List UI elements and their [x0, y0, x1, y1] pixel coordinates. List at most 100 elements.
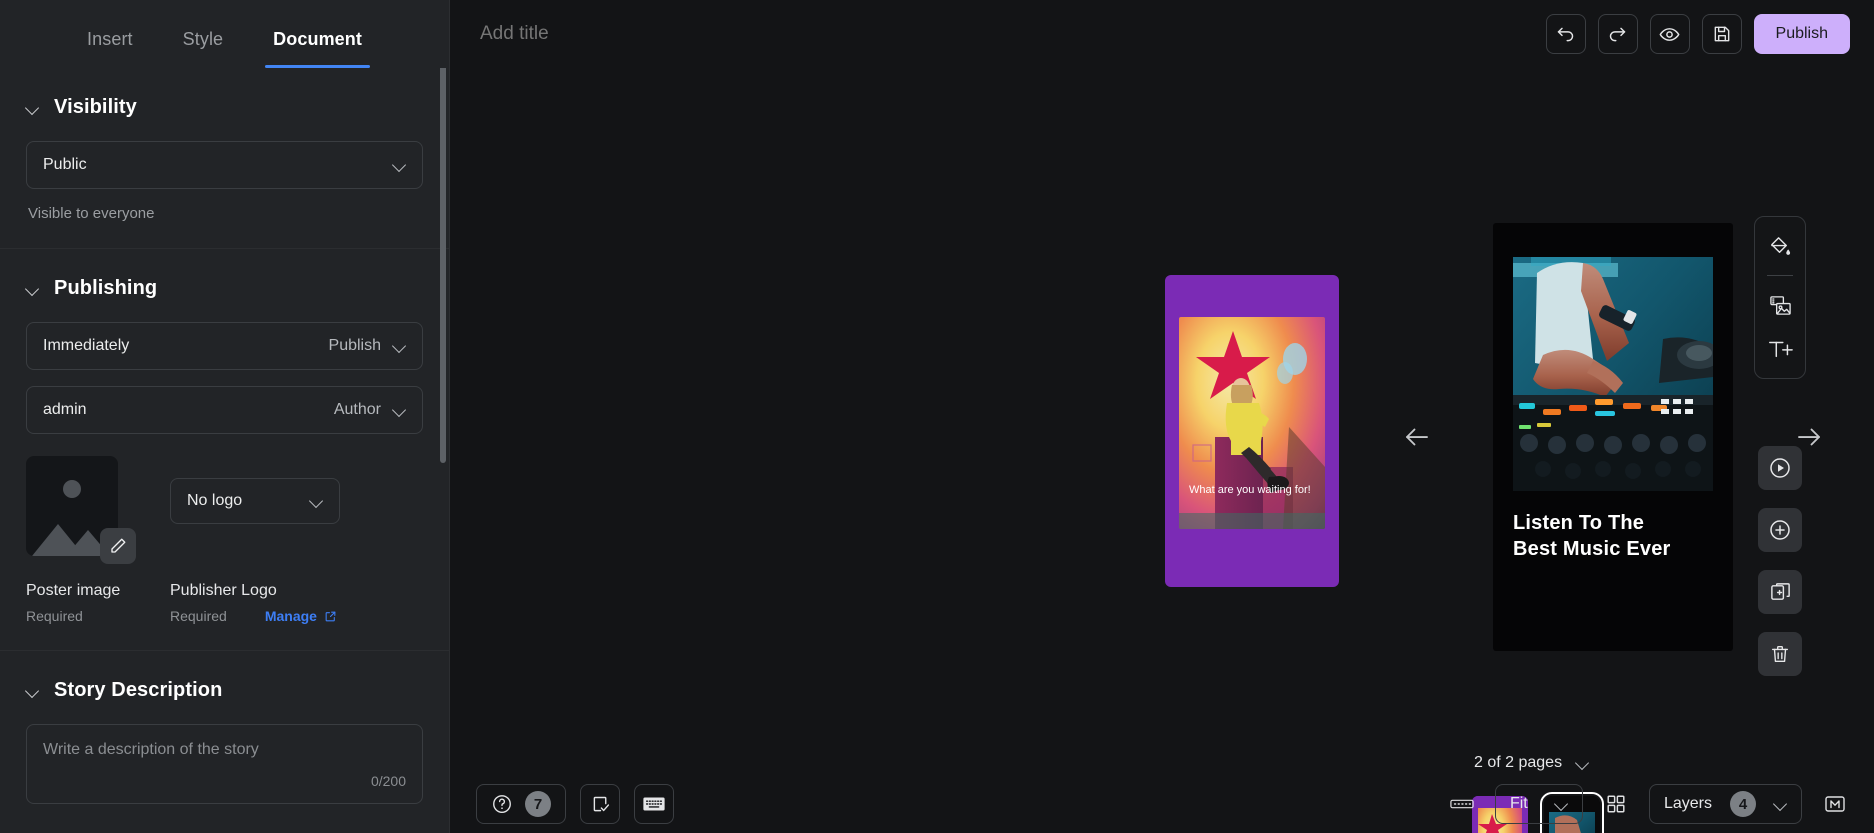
visibility-helper-text: Visible to everyone: [28, 205, 155, 222]
page-indicator-label: 2 of 2 pages: [1474, 754, 1563, 771]
layers-count-badge: 4: [1730, 791, 1756, 817]
preview-button[interactable]: [1649, 14, 1690, 54]
zoom-slider-button[interactable]: [1445, 787, 1479, 821]
author-label: Author: [333, 401, 381, 418]
save-icon: [1714, 26, 1729, 42]
photo-woman-mural: What are you waiting for!: [1179, 317, 1325, 529]
chevron-down-icon: [1774, 798, 1787, 811]
redo-icon: [1609, 27, 1626, 41]
external-link-icon: [325, 611, 336, 621]
grid-view-button[interactable]: [1599, 787, 1633, 821]
publish-button[interactable]: Publish: [1753, 14, 1850, 54]
poster-image-label: Poster image: [26, 582, 121, 599]
add-icon: [1770, 520, 1790, 540]
canvas-page-toolbar: [1758, 446, 1802, 676]
publishing-section-header[interactable]: Publishing: [26, 249, 423, 322]
publishing-section: Publishing Immediately Publish admin Aut…: [0, 249, 449, 651]
visibility-title: Visibility: [54, 96, 137, 118]
editor-topbar: Publish: [450, 0, 1874, 68]
save-button[interactable]: [1701, 14, 1742, 54]
checklist-button[interactable]: [580, 784, 620, 824]
checklist-icon: [593, 796, 609, 811]
sidebar-scrollbar[interactable]: [440, 58, 446, 463]
slide-preview-previous-image: What are you waiting for!: [1179, 317, 1325, 529]
story-description-title: Story Description: [54, 679, 223, 701]
slide-canvas-current[interactable]: Listen To The Best Music Ever: [1493, 223, 1733, 651]
publisher-logo-select[interactable]: No logo: [170, 478, 340, 524]
undo-button[interactable]: [1545, 14, 1586, 54]
keyboard-shortcuts-button[interactable]: [634, 784, 674, 824]
story-title-input[interactable]: [478, 17, 1546, 51]
visibility-section: Visibility Public Visible to everyone: [0, 68, 449, 249]
poster-image-uploader[interactable]: [26, 456, 136, 564]
fill-color-button[interactable]: [1760, 227, 1800, 265]
previous-page-arrow[interactable]: [1395, 415, 1439, 459]
play-icon: [1770, 458, 1790, 478]
insert-media-button[interactable]: [1760, 286, 1800, 324]
delete-page-button[interactable]: [1758, 632, 1802, 676]
slide-preview-previous[interactable]: What are you waiting for!: [1165, 275, 1339, 587]
layers-select[interactable]: Layers 4: [1648, 784, 1802, 824]
pencil-icon: [111, 538, 126, 553]
slide-current-caption[interactable]: Listen To The Best Music Ever: [1513, 511, 1713, 562]
publisher-logo-label-text: Publisher Logo: [170, 582, 277, 599]
slide-current-image[interactable]: [1513, 257, 1713, 491]
visibility-select[interactable]: Public: [26, 141, 423, 189]
help-button[interactable]: 7: [476, 784, 566, 824]
slide-preview-previous-caption: What are you waiting for!: [1189, 484, 1311, 496]
media-panel-button[interactable]: [1818, 787, 1852, 821]
author-select[interactable]: admin Author: [26, 386, 423, 434]
editor-bottombar: 7 Fit Layers 4: [450, 775, 1874, 833]
chevron-down-icon: [393, 340, 406, 353]
redo-button[interactable]: [1597, 14, 1638, 54]
chevron-down-icon: [393, 159, 406, 172]
chevron-down-icon[interactable]: [26, 684, 40, 698]
play-story-button[interactable]: [1758, 446, 1802, 490]
grid-icon: [1607, 795, 1625, 813]
zoom-level-select[interactable]: Fit: [1494, 784, 1583, 824]
story-description-placeholder: Write a description of the story: [43, 741, 259, 758]
publishing-title: Publishing: [54, 277, 158, 299]
bottombar-left-tools: 7: [476, 784, 674, 824]
author-value: admin: [43, 401, 87, 418]
visibility-value: Public: [43, 156, 87, 173]
tab-document[interactable]: Document: [265, 29, 370, 68]
sidebar-tabs: Insert Style Document: [0, 0, 449, 68]
add-page-button[interactable]: [1758, 508, 1802, 552]
media-m-icon: [1825, 796, 1845, 812]
story-description-input[interactable]: Write a description of the story 0/200: [26, 724, 423, 804]
bottombar-right-tools: Fit Layers 4: [1445, 784, 1852, 824]
add-text-button[interactable]: [1760, 330, 1800, 368]
chevron-down-icon: [310, 495, 323, 508]
sidebar-scroll-area: Visibility Public Visible to everyone Pu…: [0, 68, 449, 833]
publisher-logo-required: Required: [170, 608, 227, 624]
toolbar-divider: [1767, 275, 1793, 276]
duplicate-icon: [1770, 582, 1790, 600]
poster-image-required: Required: [26, 608, 83, 624]
publish-schedule-select[interactable]: Immediately Publish: [26, 322, 423, 370]
story-description-header[interactable]: Story Description: [26, 651, 423, 724]
story-description-section: Story Description Write a description of…: [0, 651, 449, 804]
publishing-labels-row: Poster image Required Publisher Logo Req…: [26, 556, 423, 650]
manage-link-label: Manage: [264, 608, 317, 624]
keyboard-icon: [643, 797, 665, 811]
fill-color-icon: [1770, 236, 1790, 255]
zoom-slider-icon: [1450, 799, 1474, 809]
chevron-down-icon[interactable]: [26, 282, 40, 296]
tab-style[interactable]: Style: [179, 29, 228, 68]
edit-poster-button[interactable]: [100, 528, 136, 564]
publish-schedule-value: Immediately: [43, 337, 130, 354]
slide-caption-line-2: Best Music Ever: [1513, 537, 1671, 560]
image-placeholder-icon: [63, 480, 81, 498]
tab-insert[interactable]: Insert: [83, 29, 137, 68]
story-description-counter: 0/200: [370, 773, 406, 789]
publisher-logo-value: No logo: [187, 492, 243, 509]
manage-logo-link[interactable]: Manage: [265, 608, 337, 624]
chevron-down-icon: [1576, 757, 1589, 770]
duplicate-page-button[interactable]: [1758, 570, 1802, 614]
publishing-media-row: No logo: [26, 434, 423, 564]
visibility-section-header[interactable]: Visibility: [26, 68, 423, 141]
page-indicator[interactable]: 2 of 2 pages: [1474, 754, 1589, 772]
chevron-down-icon[interactable]: [26, 101, 40, 115]
publisher-logo-column: No logo: [170, 456, 340, 524]
